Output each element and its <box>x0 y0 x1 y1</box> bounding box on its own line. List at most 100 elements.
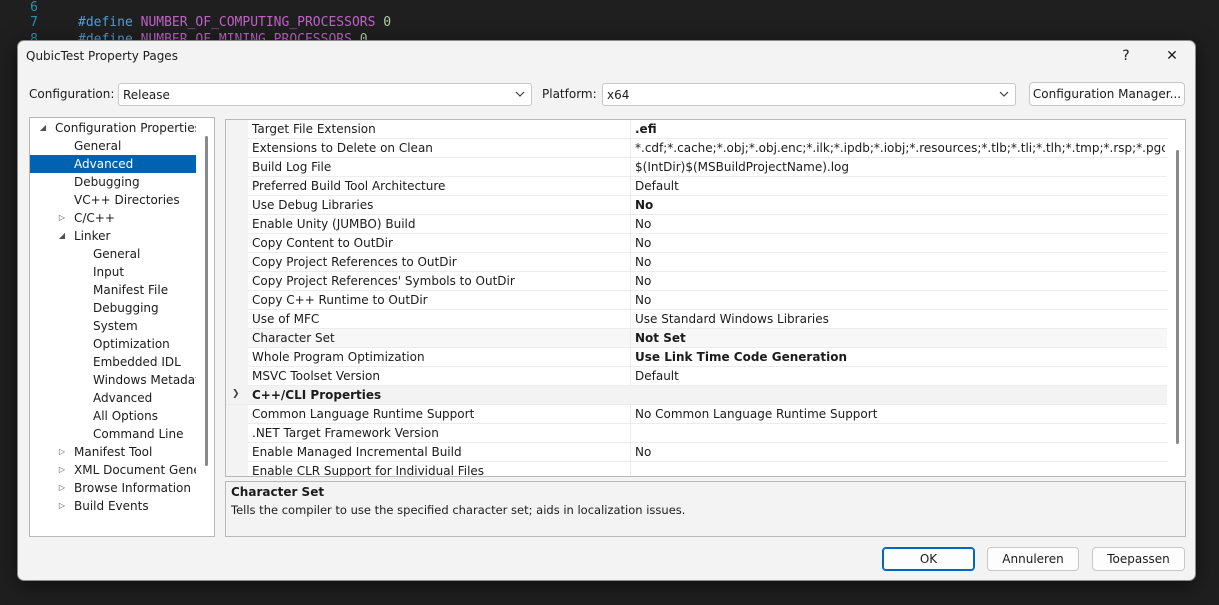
property-value[interactable]: Default <box>635 369 1165 383</box>
property-name: MSVC Toolset Version <box>252 369 380 383</box>
tree-item-linker-system[interactable]: System <box>30 317 196 335</box>
tree-scrollbar[interactable] <box>205 136 208 466</box>
grid-row[interactable]: Common Language Runtime Support No Common… <box>226 405 1167 424</box>
close-button[interactable]: ✕ <box>1149 41 1195 71</box>
property-value[interactable]: No <box>635 293 1165 307</box>
tree-item-label: General <box>74 139 122 153</box>
tree-item-browse-information[interactable]: ▷ Browse Information <box>30 479 196 497</box>
grid-row[interactable]: Target File Extension .efi <box>226 120 1167 139</box>
grid-row[interactable]: Enable CLR Support for Individual Files <box>226 462 1167 476</box>
configuration-dropdown[interactable]: Release <box>118 83 532 106</box>
property-name: .NET Target Framework Version <box>252 426 439 440</box>
expand-icon[interactable]: ▷ <box>57 443 67 461</box>
tree-item-linker-input[interactable]: Input <box>30 263 196 281</box>
grid-row[interactable]: Use of MFC Use Standard Windows Libraries <box>226 310 1167 329</box>
property-value[interactable]: Not Set <box>635 331 1165 345</box>
tree-item-build-events[interactable]: ▷ Build Events <box>30 497 196 515</box>
chevron-down-icon <box>515 91 525 97</box>
ok-button[interactable]: OK <box>882 547 975 571</box>
help-button[interactable]: ? <box>1103 41 1149 71</box>
expand-icon[interactable]: ▷ <box>57 461 67 479</box>
grid-row[interactable]: Use Debug Libraries No <box>226 196 1167 215</box>
grid-row[interactable]: Enable Managed Incremental Build No <box>226 443 1167 462</box>
property-value[interactable]: No <box>635 445 1165 459</box>
property-name: Copy Content to OutDir <box>252 236 393 250</box>
tree-item-linker-command-line[interactable]: Command Line <box>30 425 196 443</box>
property-value[interactable]: .efi <box>635 122 1165 136</box>
expand-icon[interactable]: ▷ <box>57 209 67 227</box>
property-value[interactable]: No <box>635 255 1165 269</box>
property-value[interactable]: No <box>635 236 1165 250</box>
expand-icon[interactable]: ▷ <box>57 497 67 515</box>
property-name: Whole Program Optimization <box>252 350 425 364</box>
tree-item-c-cpp[interactable]: ▷ C/C++ <box>30 209 196 227</box>
tree-item-label: Optimization <box>93 337 170 351</box>
property-name: Target File Extension <box>252 122 376 136</box>
tree-item-label: Input <box>93 265 125 279</box>
property-name: Use Debug Libraries <box>252 198 374 212</box>
property-value[interactable]: *.cdf;*.cache;*.obj;*.obj.enc;*.ilk;*.ip… <box>635 141 1165 155</box>
chevron-down-icon <box>999 91 1009 97</box>
expand-icon[interactable]: ▷ <box>57 479 67 497</box>
property-pages-dialog: QubicTest Property Pages ? ✕ Configurati… <box>17 40 1196 581</box>
grid-row[interactable]: Preferred Build Tool Architecture Default <box>226 177 1167 196</box>
collapse-icon[interactable]: ❯ <box>232 389 240 399</box>
code-identifier: NUMBER_OF_COMPUTING_PROCESSORS <box>140 15 376 30</box>
property-value[interactable]: $(IntDir)$(MSBuildProjectName).log <box>635 160 1165 174</box>
grid-row[interactable]: Extensions to Delete on Clean *.cdf;*.cac… <box>226 139 1167 158</box>
grid-row[interactable]: Copy Project References' Symbols to OutD… <box>226 272 1167 291</box>
tree-item-linker-all-options[interactable]: All Options <box>30 407 196 425</box>
property-value[interactable]: No <box>635 217 1165 231</box>
code-line: 7 #define NUMBER_OF_COMPUTING_PROCESSORS … <box>0 15 391 31</box>
tree-item-advanced[interactable]: Advanced <box>30 155 196 173</box>
grid-row[interactable]: MSVC Toolset Version Default <box>226 367 1167 386</box>
collapse-icon[interactable]: ◢ <box>38 119 48 137</box>
title-bar[interactable]: QubicTest Property Pages ? ✕ <box>18 41 1195 73</box>
tree-item-debugging[interactable]: Debugging <box>30 173 196 191</box>
close-icon: ✕ <box>1166 48 1178 64</box>
tree-item-xml-document-generator[interactable]: ▷ XML Document Genera <box>30 461 196 479</box>
platform-dropdown[interactable]: x64 <box>602 83 1016 106</box>
property-value[interactable]: Default <box>635 179 1165 193</box>
grid-scrollbar[interactable] <box>1176 150 1179 444</box>
collapse-icon[interactable]: ◢ <box>57 227 67 245</box>
tree-item-linker-debugging[interactable]: Debugging <box>30 299 196 317</box>
grid-row[interactable]: Copy C++ Runtime to OutDir No <box>226 291 1167 310</box>
tree-item-label: Command Line <box>93 427 184 441</box>
property-value[interactable]: No <box>635 274 1165 288</box>
grid-category-row[interactable]: ❯ C++/CLI Properties <box>226 386 1167 405</box>
grid-row[interactable]: Enable Unity (JUMBO) Build No <box>226 215 1167 234</box>
tree-item-linker-windows-metadata[interactable]: Windows Metadata <box>30 371 196 389</box>
tree-item-vc-directories[interactable]: VC++ Directories <box>30 191 196 209</box>
cancel-label: Annuleren <box>1002 552 1064 566</box>
apply-button[interactable]: Toepassen <box>1092 547 1185 571</box>
tree-item-linker-general[interactable]: General <box>30 245 196 263</box>
tree-item-label: Build Events <box>74 499 149 513</box>
configuration-manager-label: Configuration Manager... <box>1032 87 1182 101</box>
grid-row[interactable]: Copy Content to OutDir No <box>226 234 1167 253</box>
grid-row[interactable]: Copy Project References to OutDir No <box>226 253 1167 272</box>
cancel-button[interactable]: Annuleren <box>987 547 1079 571</box>
property-value[interactable]: Use Link Time Code Generation <box>635 350 1165 364</box>
tree-item-label: Manifest Tool <box>74 445 153 459</box>
property-name: Copy C++ Runtime to OutDir <box>252 293 428 307</box>
tree-item-linker-advanced[interactable]: Advanced <box>30 389 196 407</box>
line-number: 7 <box>30 15 38 30</box>
grid-row-selected[interactable]: Character Set Not Set <box>226 329 1167 348</box>
tree-item-manifest-tool[interactable]: ▷ Manifest Tool <box>30 443 196 461</box>
code-keyword: #define <box>78 15 133 30</box>
property-value[interactable]: No Common Language Runtime Support <box>635 407 1165 421</box>
grid-row[interactable]: Build Log File $(IntDir)$(MSBuildProjectN… <box>226 158 1167 177</box>
property-value[interactable]: Use Standard Windows Libraries <box>635 312 1165 326</box>
tree-item-configuration-properties[interactable]: ◢ Configuration Properties <box>30 119 196 137</box>
configuration-manager-button[interactable]: Configuration Manager... <box>1029 82 1185 106</box>
tree-item-linker-manifest-file[interactable]: Manifest File <box>30 281 196 299</box>
property-value[interactable]: No <box>635 198 1165 212</box>
tree-item-linker[interactable]: ◢ Linker <box>30 227 196 245</box>
tree-item-general[interactable]: General <box>30 137 196 155</box>
tree-item-linker-optimization[interactable]: Optimization <box>30 335 196 353</box>
grid-row[interactable]: Whole Program Optimization Use Link Time … <box>226 348 1167 367</box>
grid-row[interactable]: .NET Target Framework Version <box>226 424 1167 443</box>
tree-item-linker-embedded-idl[interactable]: Embedded IDL <box>30 353 196 371</box>
property-name: Use of MFC <box>252 312 320 326</box>
